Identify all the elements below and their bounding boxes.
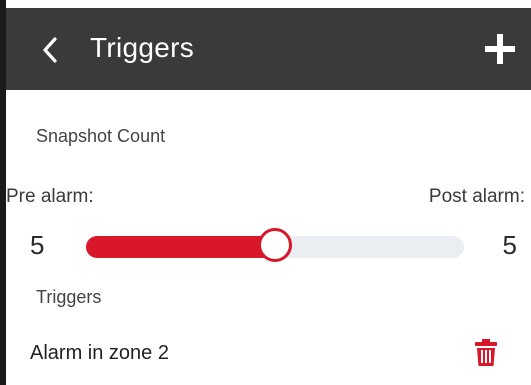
triggers-heading: Triggers [36,287,102,307]
pre-alarm-label: Pre alarm: [6,186,94,207]
trigger-name: Alarm in zone 2 [30,342,169,364]
triggers-screen: Triggers Snapshot Count Pre alarm: Post … [0,0,531,385]
snapshot-count-slider[interactable] [86,226,464,266]
snapshot-count-heading: Snapshot Count [36,126,166,146]
post-alarm-label: Post alarm: [428,186,525,207]
page-title: Triggers [90,32,195,63]
add-trigger-button[interactable] [479,28,521,70]
slider-fill [86,236,275,258]
trash-icon [475,339,497,366]
chevron-left-icon [43,37,57,63]
post-alarm-value: 5 [502,230,517,260]
plus-icon [485,34,515,64]
trigger-list-item[interactable]: Alarm in zone 2 [6,330,531,376]
back-button[interactable] [32,30,68,70]
pre-alarm-value: 5 [30,230,45,260]
app-bar: Triggers [6,8,531,90]
slider-thumb[interactable] [258,228,292,262]
delete-trigger-button[interactable] [473,338,499,368]
